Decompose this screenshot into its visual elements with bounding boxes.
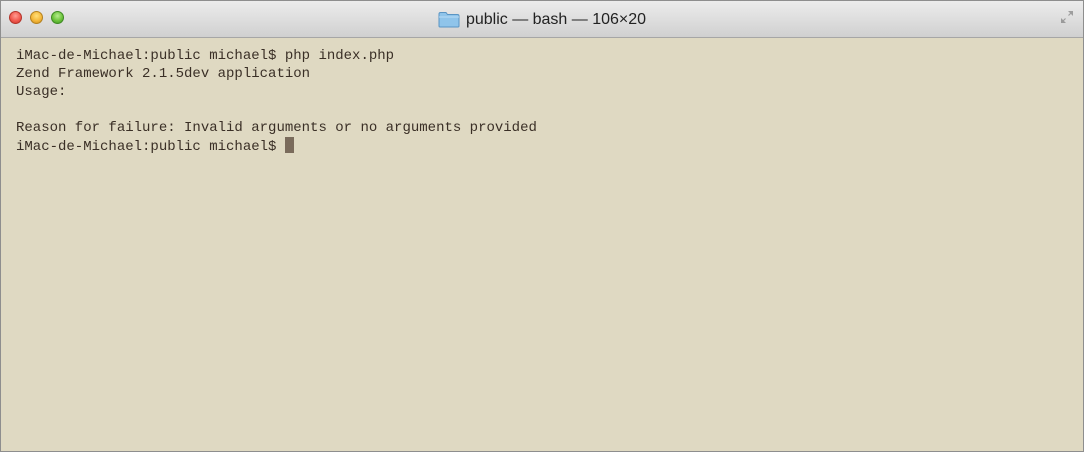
window-title: public — bash — 106×20 bbox=[465, 10, 647, 28]
fullscreen-icon[interactable] bbox=[1060, 10, 1074, 24]
terminal-line: iMac-de-Michael:public michael$ php inde… bbox=[16, 48, 395, 64]
prompt-line: iMac-de-Michael:public michael$ bbox=[16, 137, 1083, 155]
window-title-area: public — bash — 106×20 bbox=[1, 1, 1083, 38]
folder-icon bbox=[438, 11, 460, 28]
terminal-line: Zend Framework 2.1.5dev application bbox=[16, 66, 311, 82]
terminal-output[interactable]: iMac-de-Michael:public michael$ php inde… bbox=[1, 39, 1083, 451]
shell-prompt: iMac-de-Michael:public michael$ bbox=[16, 139, 285, 155]
text-cursor bbox=[284, 137, 294, 153]
terminal-window: public — bash — 106×20 iMac-de-Michael:p… bbox=[0, 0, 1084, 452]
terminal-line: Reason for failure: Invalid arguments or… bbox=[16, 120, 537, 136]
title-bar[interactable]: public — bash — 106×20 bbox=[1, 1, 1083, 38]
terminal-line: Usage: bbox=[16, 84, 67, 100]
